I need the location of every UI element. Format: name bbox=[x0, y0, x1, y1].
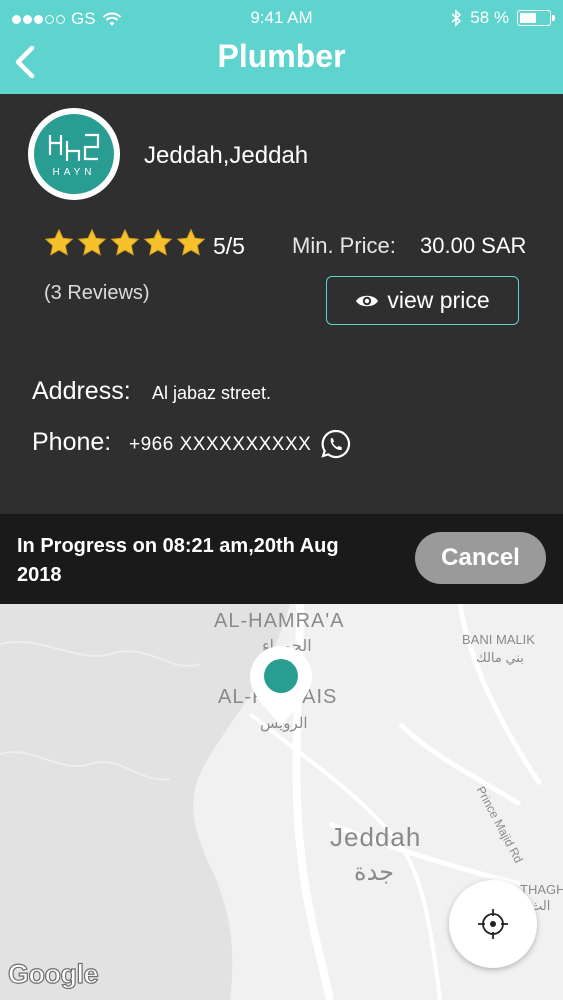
my-location-button[interactable] bbox=[449, 880, 537, 968]
map-label-al-hamra: AL-HAMRA'A bbox=[214, 610, 345, 632]
map-label-jeddah: Jeddah bbox=[330, 822, 422, 852]
rating-value: 5/5 bbox=[213, 233, 245, 259]
whatsapp-icon[interactable] bbox=[320, 428, 352, 460]
map-view[interactable]: AL-HAMRA'A الحمراء BANI MALIK بني مالك A… bbox=[0, 604, 563, 1000]
logo-badge: HAYN bbox=[34, 114, 114, 194]
page-title: Plumber bbox=[217, 38, 346, 74]
cancel-button[interactable]: Cancel bbox=[415, 532, 546, 584]
battery-percent: 58 % bbox=[470, 8, 509, 27]
top-bar: GS 9:41 AM 58 % Plumber bbox=[0, 0, 563, 94]
eye-icon bbox=[356, 295, 379, 306]
map-label-bani-malik-ar: بني مالك bbox=[476, 650, 524, 665]
map-label-jeddah-ar: جدة bbox=[354, 859, 395, 886]
min-price-value: 30.00 SAR bbox=[420, 233, 527, 258]
address-label: Address: bbox=[32, 377, 131, 405]
star-icon bbox=[176, 228, 206, 256]
rating-stars bbox=[44, 228, 206, 258]
order-status-bar: In Progress on 08:21 am,20th Aug 2018 Ca… bbox=[0, 514, 563, 604]
star-icon bbox=[110, 228, 140, 256]
view-price-button[interactable]: view price bbox=[326, 276, 519, 325]
phone-value[interactable]: +966 XXXXXXXXXX bbox=[129, 434, 311, 456]
bluetooth-icon bbox=[451, 9, 462, 27]
logo-text: HAYN bbox=[52, 166, 96, 178]
star-icon bbox=[143, 228, 173, 256]
view-price-label: view price bbox=[387, 287, 490, 313]
provider-location: Jeddah,Jeddah bbox=[144, 142, 309, 169]
battery-icon bbox=[517, 10, 555, 26]
status-bar: GS 9:41 AM 58 % bbox=[0, 0, 563, 34]
phone-label: Phone: bbox=[32, 428, 112, 456]
order-status-text: In Progress on 08:21 am,20th Aug 2018 bbox=[17, 535, 339, 586]
min-price-label: Min. Price: bbox=[292, 233, 396, 258]
provider-logo: HAYN bbox=[28, 108, 120, 200]
star-icon bbox=[44, 228, 74, 256]
google-attribution: Google bbox=[7, 958, 99, 989]
provider-card: HAYN Jeddah,Jeddah 5/5 Min. Price: 30.00… bbox=[0, 94, 563, 514]
reviews-link[interactable]: (3 Reviews) bbox=[44, 282, 150, 305]
address-value: Al jabaz street. bbox=[152, 383, 272, 403]
map-pin-icon[interactable] bbox=[248, 644, 314, 728]
crosshair-icon bbox=[478, 909, 508, 939]
status-right: 58 % bbox=[450, 8, 555, 28]
battery-fill bbox=[520, 13, 536, 23]
star-icon bbox=[77, 228, 107, 256]
map-label-bani-malik: BANI MALIK bbox=[462, 632, 535, 647]
hayn-mark-icon bbox=[48, 133, 100, 161]
